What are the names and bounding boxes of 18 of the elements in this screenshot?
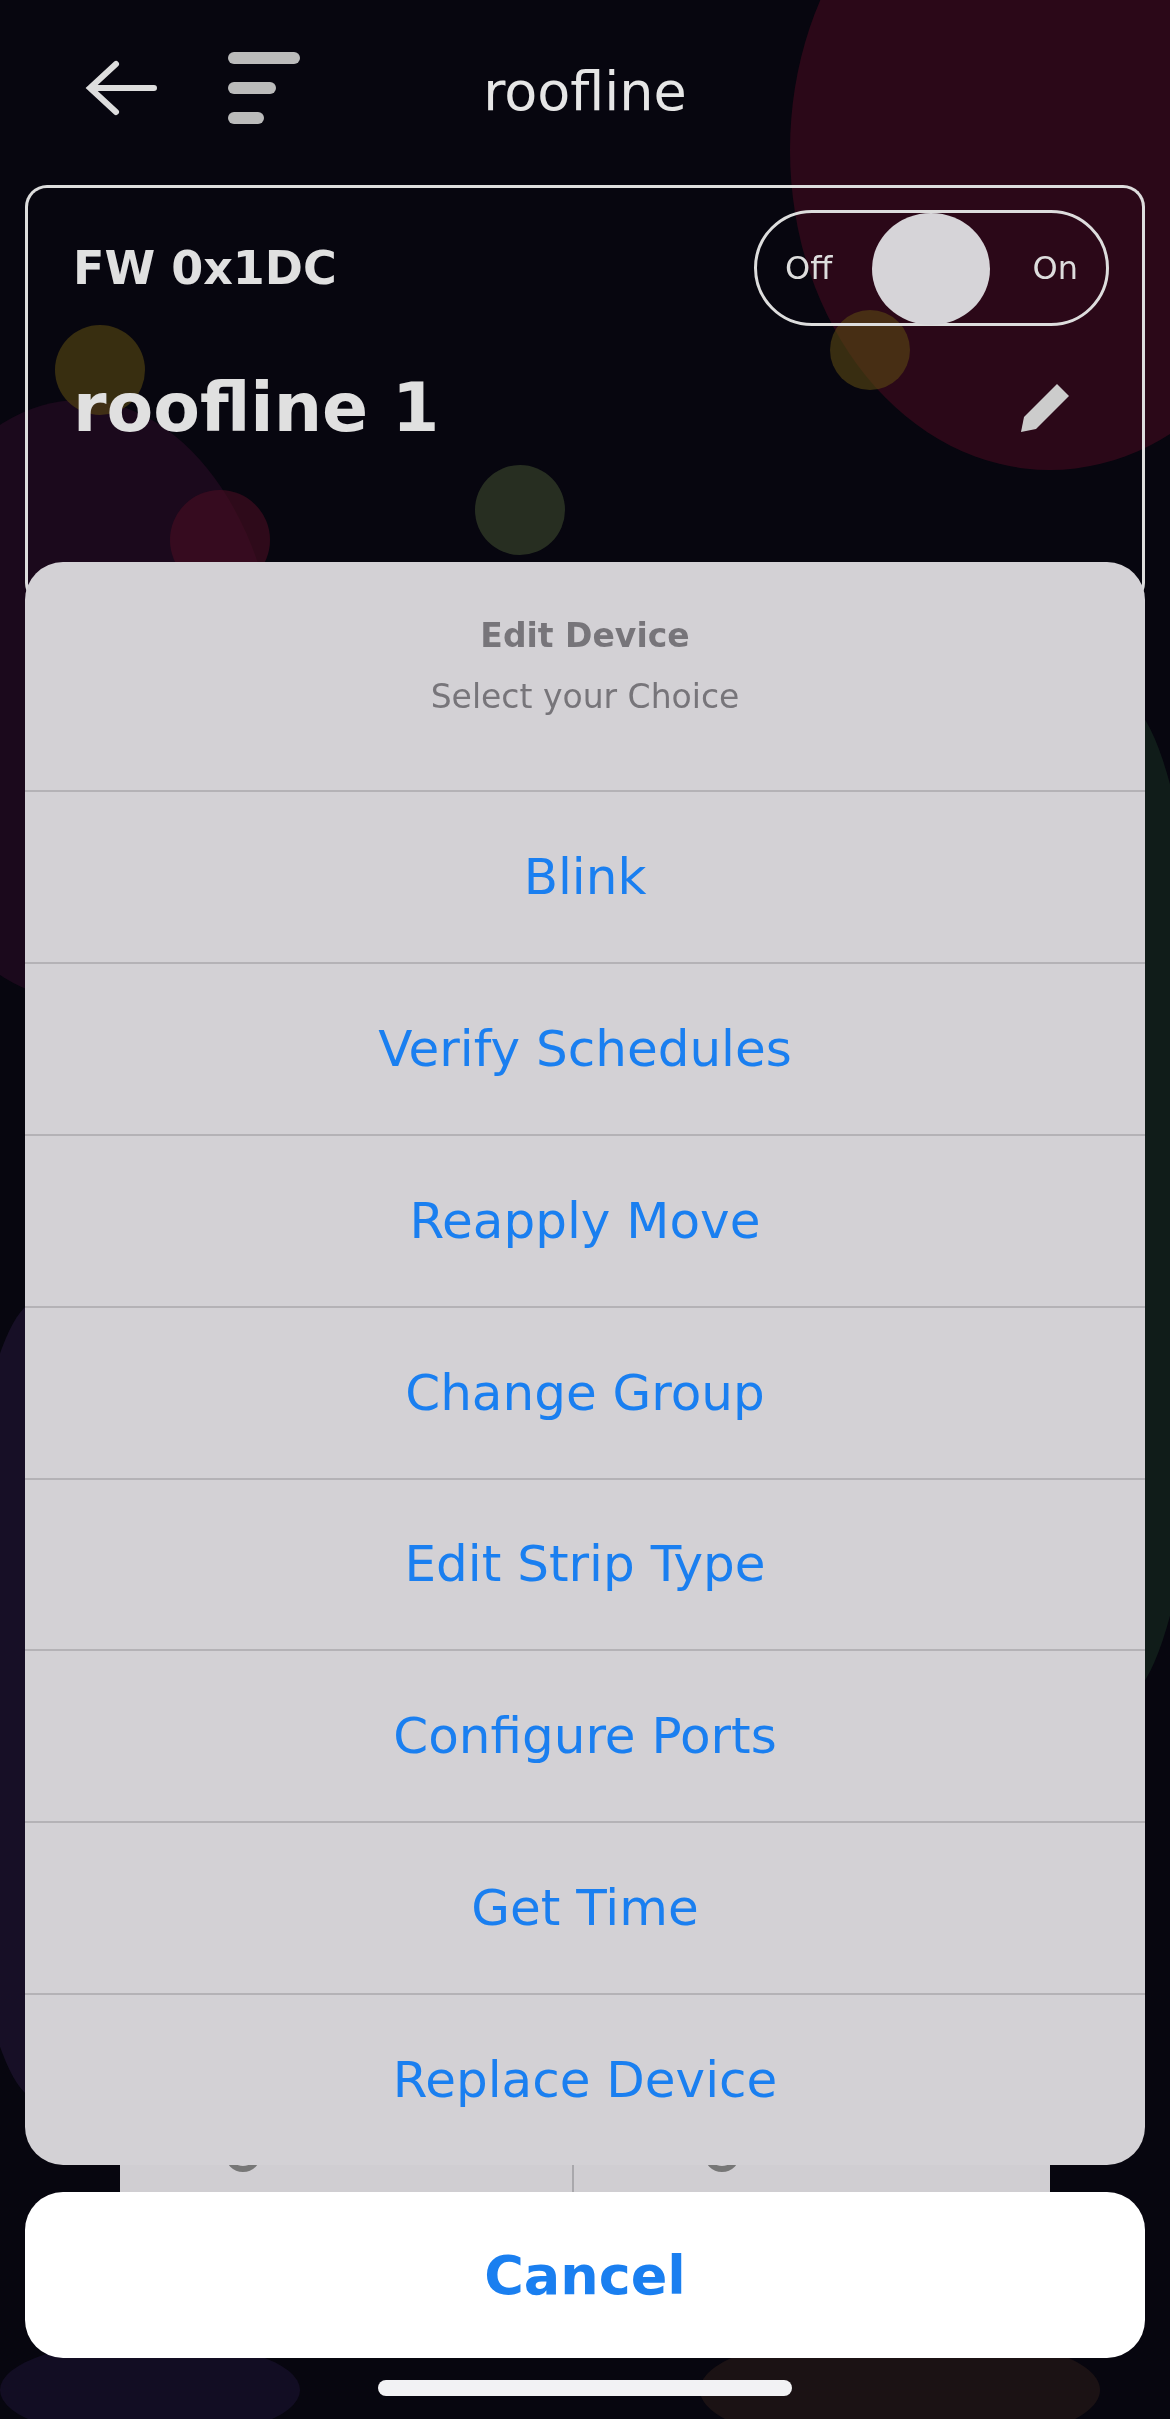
on-label: On [1032,249,1078,287]
action-button[interactable]: Verify Schedules [25,963,1145,1136]
action-button[interactable]: Replace Device [25,1995,1145,2165]
off-label: Off [785,249,833,287]
page-title: roofline [483,60,687,123]
firmware-label: FW 0x1DC [73,241,337,295]
power-toggle[interactable]: Off On [754,210,1109,326]
action-button[interactable]: Reapply Move [25,1135,1145,1308]
device-name: roofline 1 [73,368,440,447]
action-button[interactable]: Configure Ports [25,1651,1145,1824]
sheet-message: Select your Choice [430,677,740,716]
menu-icon[interactable] [226,49,302,126]
cancel-button[interactable]: Cancel [25,2192,1145,2358]
action-button[interactable]: Change Group [25,1307,1145,1480]
sheet-title: Edit Device [480,616,690,655]
action-button[interactable]: Blink [25,792,1145,964]
action-button[interactable]: Get Time [25,1823,1145,1996]
action-button[interactable]: Edit Strip Type [25,1479,1145,1652]
